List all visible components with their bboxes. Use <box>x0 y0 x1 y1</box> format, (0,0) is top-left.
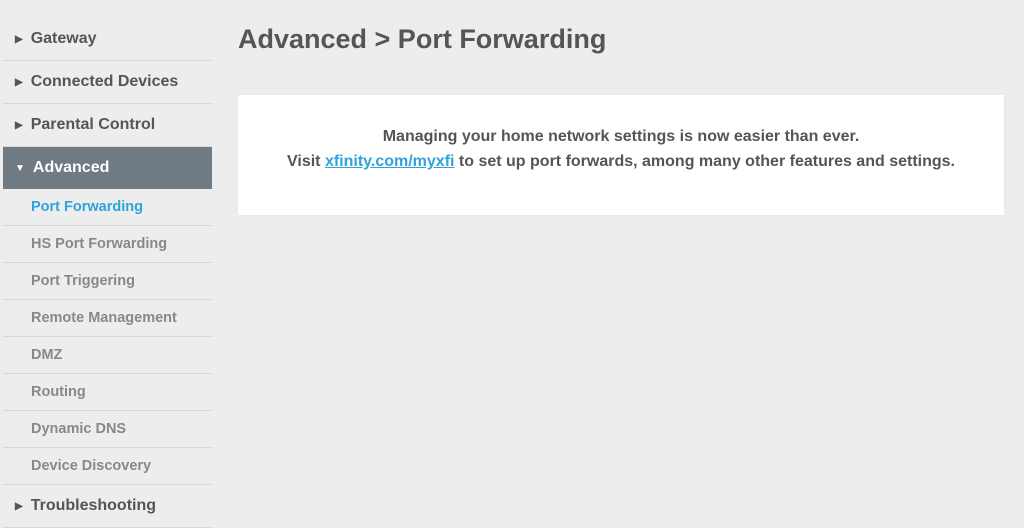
sidebar-item-label: Parental Control <box>31 116 155 134</box>
caret-right-icon: ▶ <box>15 120 23 131</box>
info-panel: Managing your home network settings is n… <box>238 95 1004 215</box>
sidebar: ▶ Gateway ▶ Connected Devices ▶ Parental… <box>0 0 212 513</box>
sidebar-subitem-routing[interactable]: Routing <box>3 374 212 411</box>
sidebar-item-label: Troubleshooting <box>31 497 156 515</box>
caret-right-icon: ▶ <box>15 34 23 45</box>
sidebar-item-label: Connected Devices <box>31 73 179 91</box>
sidebar-item-parental-control[interactable]: ▶ Parental Control <box>3 104 212 147</box>
sidebar-subitem-device-discovery[interactable]: Device Discovery <box>3 448 212 485</box>
sidebar-item-label: Gateway <box>31 30 97 48</box>
sidebar-subnav-advanced: Port Forwarding HS Port Forwarding Port … <box>3 189 212 485</box>
sidebar-item-gateway[interactable]: ▶ Gateway <box>3 18 212 61</box>
sidebar-item-advanced[interactable]: ▼ Advanced <box>3 147 212 189</box>
page-title: Advanced > Port Forwarding <box>238 24 1004 55</box>
sidebar-subitem-label: Dynamic DNS <box>31 421 126 437</box>
info-text: Managing your home network settings is n… <box>262 125 980 175</box>
myxfi-link[interactable]: xfinity.com/myxfi <box>325 153 455 170</box>
sidebar-subitem-dmz[interactable]: DMZ <box>3 337 212 374</box>
info-visit: Visit <box>287 153 325 170</box>
sidebar-subitem-label: Device Discovery <box>31 458 151 474</box>
sidebar-subitem-remote-management[interactable]: Remote Management <box>3 300 212 337</box>
sidebar-subitem-hs-port-forwarding[interactable]: HS Port Forwarding <box>3 226 212 263</box>
caret-down-icon: ▼ <box>15 163 25 174</box>
sidebar-subitem-label: DMZ <box>31 347 62 363</box>
sidebar-item-troubleshooting[interactable]: ▶ Troubleshooting <box>3 485 212 528</box>
caret-right-icon: ▶ <box>15 501 23 512</box>
sidebar-subitem-dynamic-dns[interactable]: Dynamic DNS <box>3 411 212 448</box>
sidebar-subitem-label: Remote Management <box>31 310 177 326</box>
sidebar-subitem-label: Port Triggering <box>31 273 135 289</box>
main-content: Advanced > Port Forwarding Managing your… <box>212 0 1024 513</box>
sidebar-subitem-label: Routing <box>31 384 86 400</box>
info-after: to set up port forwards, among many othe… <box>454 153 955 170</box>
sidebar-subitem-label: HS Port Forwarding <box>31 236 167 252</box>
sidebar-subitem-port-triggering[interactable]: Port Triggering <box>3 263 212 300</box>
sidebar-subitem-label: Port Forwarding <box>31 199 143 215</box>
sidebar-item-label: Advanced <box>33 159 109 177</box>
caret-right-icon: ▶ <box>15 77 23 88</box>
sidebar-subitem-port-forwarding[interactable]: Port Forwarding <box>3 189 212 226</box>
info-line1: Managing your home network settings is n… <box>383 128 860 145</box>
sidebar-item-connected-devices[interactable]: ▶ Connected Devices <box>3 61 212 104</box>
